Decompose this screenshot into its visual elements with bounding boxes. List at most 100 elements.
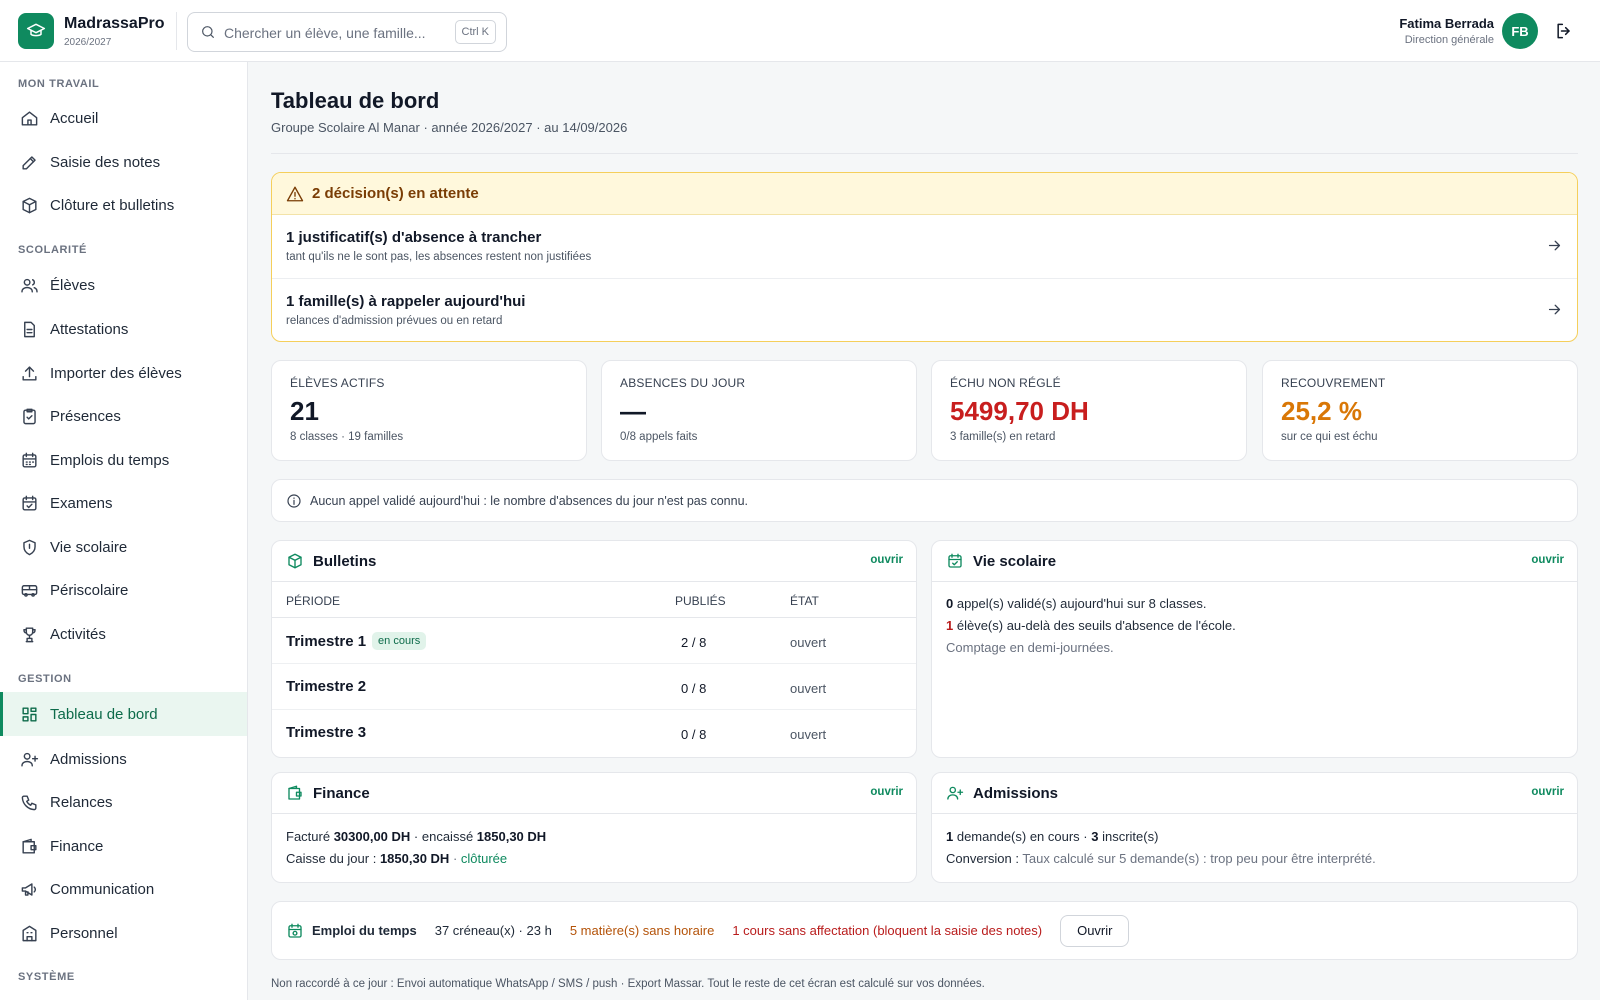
sidebar-section-systeme: SYSTÈME bbox=[18, 971, 75, 983]
open-link[interactable]: ouvrir bbox=[1531, 554, 1564, 566]
sidebar-item-vie-scolaire[interactable]: Vie scolaire bbox=[0, 527, 247, 567]
sidebar-item-emplois-du-temps[interactable]: Emplois du temps bbox=[0, 440, 247, 480]
kpi-subtext: 0/8 appels faits bbox=[620, 431, 698, 443]
sidebar-item-accueil[interactable]: Accueil bbox=[0, 98, 247, 138]
search-input[interactable] bbox=[224, 22, 444, 44]
card-header: Admissions ouvrir bbox=[932, 773, 1577, 814]
card-header: Vie scolaire ouvrir bbox=[932, 541, 1577, 582]
sidebar-section-scolarite: SCOLARITÉ bbox=[18, 244, 87, 256]
info-banner: Aucun appel validé aujourd'hui : le nomb… bbox=[271, 479, 1578, 522]
card-body: 1 demande(s) en cours · 3 inscrite(s) Co… bbox=[932, 814, 1577, 866]
finance-card: Finance ouvrir Facturé 30300,00 DH · enc… bbox=[271, 772, 917, 883]
table-header: PÉRIODE PUBLIÉS ÉTAT bbox=[272, 582, 916, 618]
sidebar-item-label: Accueil bbox=[50, 109, 99, 127]
kpi-value: 21 bbox=[290, 396, 319, 426]
sidebar-item-label: Tableau de bord bbox=[50, 705, 158, 723]
sidebar-item-label: Clôture et bulletins bbox=[50, 196, 175, 214]
sidebar-item-label: Périscolaire bbox=[50, 581, 129, 599]
cash-label: Caisse du jour : bbox=[286, 851, 380, 866]
table-row[interactable]: Trimestre 2 0 / 8 ouvert bbox=[272, 664, 916, 710]
conversion-text: Taux calculé sur 5 demande(s) : trop peu… bbox=[1022, 851, 1376, 866]
kpi-label: ABSENCES DU JOUR bbox=[620, 376, 746, 390]
sidebar-item-label: Élèves bbox=[50, 276, 96, 294]
sidebar-item-presences[interactable]: Présences bbox=[0, 396, 247, 436]
kpi-value: 5499,70 DH bbox=[950, 396, 1089, 426]
table-row[interactable]: Trimestre 1 en cours 2 / 8 ouvert bbox=[272, 618, 916, 664]
kpi-subtext: 3 famille(s) en retard bbox=[950, 431, 1056, 443]
logout-icon[interactable] bbox=[1554, 21, 1574, 41]
sidebar-item-tableau-de-bord[interactable]: Tableau de bord bbox=[0, 692, 247, 736]
sidebar-item-finance[interactable]: Finance bbox=[0, 826, 247, 866]
sidebar-item-label: Activités bbox=[50, 625, 106, 643]
sidebar-item-label: Attestations bbox=[50, 320, 129, 338]
package-icon bbox=[288, 553, 302, 569]
home-icon bbox=[21, 110, 38, 126]
user-plus-icon bbox=[947, 786, 964, 800]
open-link[interactable]: ouvrir bbox=[870, 786, 903, 798]
kpi-label: RECOUVREMENT bbox=[1281, 376, 1386, 390]
sidebar-item-relances[interactable]: Relances bbox=[0, 782, 247, 822]
kpi-subtext: sur ce qui est échu bbox=[1281, 431, 1378, 443]
alert-item-title: 1 justificatif(s) d'absence à trancher bbox=[286, 229, 542, 246]
kpi-active-students: ÉLÈVES ACTIFS 21 8 classes · 19 familles bbox=[271, 360, 587, 461]
search-icon bbox=[202, 26, 214, 38]
billed-amount: 30300,00 DH bbox=[333, 829, 411, 844]
sidebar-item-label: Vie scolaire bbox=[50, 538, 128, 556]
wallet-icon bbox=[288, 785, 302, 800]
kpi-value: 25,2 % bbox=[1281, 396, 1362, 426]
billing-line: Facturé 30300,00 DH · encaissé 1850,30 D… bbox=[286, 829, 902, 844]
footnote: Non raccordé à ce jour : Envoi automatiq… bbox=[271, 978, 985, 990]
open-link[interactable]: ouvrir bbox=[870, 554, 903, 566]
absence-threshold-line: 1 élève(s) au-delà des seuils d'absence … bbox=[946, 618, 1563, 633]
requests-label: demande(s) en cours · bbox=[953, 829, 1092, 844]
status-badge: en cours bbox=[372, 632, 427, 650]
open-link[interactable]: ouvrir bbox=[1531, 786, 1564, 798]
arrow-right-icon bbox=[1548, 240, 1561, 251]
kpi-recovery-rate: RECOUVREMENT 25,2 % sur ce qui est échu bbox=[1262, 360, 1578, 461]
alert-title: 2 décision(s) en attente bbox=[312, 185, 479, 202]
sidebar-item-attestations[interactable]: Attestations bbox=[0, 309, 247, 349]
document-icon bbox=[24, 321, 35, 337]
kpi-subtext: 8 classes · 19 familles bbox=[290, 431, 404, 443]
kpi-overdue-unpaid: ÉCHU NON RÉGLÉ 5499,70 DH 3 famille(s) e… bbox=[931, 360, 1247, 461]
alert-item-absence-justification[interactable]: 1 justificatif(s) d'absence à trancher t… bbox=[272, 215, 1577, 278]
search-box[interactable]: Ctrl K bbox=[187, 12, 507, 52]
avatar[interactable]: FB bbox=[1502, 13, 1538, 49]
open-timetable-button[interactable]: Ouvrir bbox=[1060, 914, 1130, 947]
conversion-label: Conversion : bbox=[946, 851, 1023, 866]
billed-label: Facturé bbox=[286, 829, 334, 844]
graduation-cap-logo-icon[interactable] bbox=[18, 13, 54, 49]
subjects-without-schedule: 5 matière(s) sans horaire bbox=[569, 923, 715, 938]
pending-decisions-alert: 2 décision(s) en attente 1 justificatif(… bbox=[271, 172, 1578, 342]
sidebar-item-examens[interactable]: Examens bbox=[0, 483, 247, 523]
sidebar-item-cloture-et-bulletins[interactable]: Clôture et bulletins bbox=[0, 185, 247, 225]
state-cell: ouvert bbox=[790, 635, 827, 650]
sidebar-item-admissions[interactable]: Admissions bbox=[0, 739, 247, 779]
sidebar-item-personnel[interactable]: Personnel bbox=[0, 913, 247, 953]
sidebar-item-saisie-des-notes[interactable]: Saisie des notes bbox=[0, 142, 247, 182]
calls-validated-text: appel(s) validé(s) aujourd'hui sur 8 cla… bbox=[953, 596, 1207, 611]
arrow-right-icon bbox=[1548, 304, 1561, 315]
bus-icon bbox=[21, 584, 38, 597]
bulletins-card: Bulletins ouvrir PÉRIODE PUBLIÉS ÉTAT Tr… bbox=[271, 540, 917, 758]
calendar-check-icon bbox=[22, 495, 37, 511]
table-row[interactable]: Trimestre 3 0 / 8 ouvert bbox=[272, 710, 916, 756]
state-cell: ouvert bbox=[790, 727, 827, 742]
card-title: Finance bbox=[313, 784, 370, 802]
sidebar-item-periscolaire[interactable]: Périscolaire bbox=[0, 570, 247, 610]
sidebar-section-mon-travail: MON TRAVAIL bbox=[18, 78, 100, 90]
clipboard-check-icon bbox=[23, 408, 36, 424]
warning-icon bbox=[286, 186, 304, 201]
package-icon bbox=[22, 197, 37, 213]
cash-amount: 1850,30 DH bbox=[379, 851, 450, 866]
sidebar-item-activites[interactable]: Activités bbox=[0, 614, 247, 654]
registered-label: inscrite(s) bbox=[1098, 829, 1159, 844]
sidebar-item-importer-des-eleves[interactable]: Importer des élèves bbox=[0, 353, 247, 393]
sidebar-item-eleves[interactable]: Élèves bbox=[0, 265, 247, 305]
state-cell: ouvert bbox=[790, 681, 827, 696]
unassigned-courses: 1 cours sans affectation (bloquent la sa… bbox=[732, 923, 1043, 938]
sidebar-item-communication[interactable]: Communication bbox=[0, 869, 247, 909]
alert-item-families-to-call[interactable]: 1 famille(s) à rappeler aujourd'hui rela… bbox=[272, 278, 1577, 341]
card-title: Bulletins bbox=[313, 552, 377, 570]
page-subtitle: Groupe Scolaire Al Manar · année 2026/20… bbox=[271, 120, 628, 135]
